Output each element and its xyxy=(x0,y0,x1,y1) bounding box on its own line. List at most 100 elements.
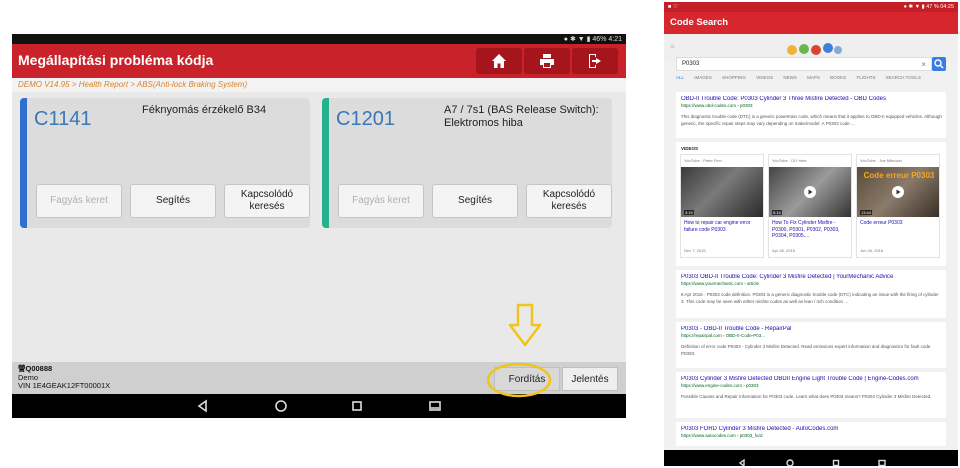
phone-status-left: ■ ♡ xyxy=(668,4,678,10)
back-nav-button[interactable] xyxy=(196,399,210,413)
screenshot-nav-button[interactable] xyxy=(428,399,442,413)
phone-status-bar: ■ ♡ ● ✱ ▼ ▮ 47 % 04:25 xyxy=(664,2,958,12)
video-duration: 13:44 xyxy=(860,210,873,215)
android-nav-bar xyxy=(664,450,958,466)
tab-videos[interactable]: VIDEOS xyxy=(756,75,773,80)
down-arrow-icon xyxy=(508,303,542,347)
video-thumbnail: 3:19 xyxy=(681,167,763,217)
home-nav-button[interactable] xyxy=(274,399,288,413)
result-title[interactable]: P0303 - OBD-II Trouble Code - RepairPal xyxy=(681,326,943,332)
result-snippet: Possible Causes and Repair Information f… xyxy=(681,394,932,399)
tab-books[interactable]: BOOKS xyxy=(830,75,846,80)
home-button[interactable] xyxy=(476,48,522,74)
report-button[interactable]: Jelentés xyxy=(562,367,618,391)
result-snippet: This diagnostic trouble code (DTC) is a … xyxy=(681,114,942,126)
page-title: Megállapítási probléma kódja xyxy=(18,52,214,68)
dtc-card: C1201 A7 / 7s1 (BAS Release Switch): Ele… xyxy=(322,98,612,228)
video-title[interactable]: Code erreur P0303 xyxy=(860,220,938,227)
video-source: YouTube · Joe Mikrocel xyxy=(860,158,902,163)
video-card[interactable]: YouTube · Joe Mikrocel Code erreur P0303… xyxy=(856,154,940,258)
video-date: Apr 28, 2015 xyxy=(772,248,795,253)
search-icon xyxy=(934,59,944,69)
menu-icon[interactable]: ≡ xyxy=(670,42,675,51)
back-nav-button[interactable] xyxy=(738,454,746,466)
related-search-button[interactable]: Kapcsolódó keresés xyxy=(526,184,612,218)
freeze-frame-button[interactable]: Fagyás keret xyxy=(338,184,424,218)
vehicle-info: 謍Q00888 Demo VIN 1E4GEAK12FT00001X xyxy=(18,364,111,391)
recents-nav-button[interactable] xyxy=(832,454,840,466)
result-title[interactable]: P0303 OBD-II Trouble Code: Cylinder 3 Mi… xyxy=(681,274,943,280)
result-title[interactable]: P0303 Cylinder 3 Misfire Detected OBDII … xyxy=(681,376,943,382)
back-triangle-icon xyxy=(197,399,207,413)
tab-news[interactable]: NEWS xyxy=(783,75,797,80)
result-url: https://www.obd-codes.com › p0303 xyxy=(681,103,753,108)
search-result[interactable]: P0303 - OBD-II Trouble Code - RepairPal … xyxy=(676,322,946,368)
tab-shopping[interactable]: SHOPPING xyxy=(722,75,746,80)
tablet-status-right: ● ✱ ▼ ▮ 46% 4:21 xyxy=(563,36,622,43)
screenshot-nav-button[interactable] xyxy=(878,454,886,466)
video-source: YouTube · DIY time xyxy=(772,158,807,163)
video-title[interactable]: How to repair car engine error failure c… xyxy=(684,220,762,233)
search-tabs: ALL IMAGES SHOPPING VIDEOS NEWS MAPS BOO… xyxy=(676,75,946,85)
video-date: Jun 26, 2016 xyxy=(860,248,884,253)
tab-images[interactable]: IMAGES xyxy=(694,75,712,80)
exit-button[interactable] xyxy=(572,48,618,74)
app-header: Code Search xyxy=(664,12,958,34)
search-input-value: P0303 xyxy=(682,61,700,67)
video-source: YouTube · Peter Finn xyxy=(684,158,722,163)
video-card[interactable]: YouTube · Peter Finn 3:19 How to repair … xyxy=(680,154,764,258)
result-url: https://www.yourmechanic.com › article xyxy=(681,281,760,286)
dtc-code: C1201 xyxy=(336,108,395,130)
video-duration: 5:14 xyxy=(772,210,782,215)
search-result[interactable]: P0303 OBD-II Trouble Code: Cylinder 3 Mi… xyxy=(676,270,946,318)
clear-icon[interactable]: × xyxy=(921,60,926,69)
video-card[interactable]: YouTube · DIY time 5:14 How To Fix Cylin… xyxy=(768,154,852,258)
screenshot-icon xyxy=(429,401,441,411)
screenshot-icon xyxy=(878,459,886,466)
search-result[interactable]: P0303 Cylinder 3 Misfire Detected OBDII … xyxy=(676,372,946,418)
related-search-button[interactable]: Kapcsolódó keresés xyxy=(224,184,310,218)
dtc-description: A7 / 7s1 (BAS Release Switch): Elektromo… xyxy=(444,104,599,129)
video-overlay-text: Code erreur P0303 xyxy=(863,171,935,180)
tablet-status-bar: ● ✱ ▼ ▮ 46% 4:21 xyxy=(12,34,626,44)
video-thumbnail: 5:14 xyxy=(769,167,851,217)
help-button[interactable]: Segítés xyxy=(432,184,518,218)
help-button[interactable]: Segítés xyxy=(130,184,216,218)
printer-icon xyxy=(540,54,554,68)
result-url: https://www.engine-codes.com › p0303 xyxy=(681,383,759,388)
result-title[interactable]: OBD-II Trouble Code: P0303 Cylinder 3 Th… xyxy=(681,96,943,102)
tab-maps[interactable]: MAPS xyxy=(807,75,820,80)
exit-icon xyxy=(589,54,601,68)
search-input[interactable]: P0303 × xyxy=(676,57,932,71)
tab-search-tools[interactable]: SEARCH TOOLS xyxy=(886,75,921,80)
tab-flights[interactable]: FLIGHTS xyxy=(856,75,875,80)
freeze-frame-button[interactable]: Fagyás keret xyxy=(36,184,122,218)
home-circle-icon xyxy=(786,459,794,466)
video-thumbnail: Code erreur P0303 13:44 xyxy=(857,167,939,217)
dtc-code: C1141 xyxy=(34,108,92,130)
vehicle-vin: VIN 1E4GEAK12FT00001X xyxy=(18,381,111,390)
result-title[interactable]: P0303 FORD Cylinder 3 Misfire Detected -… xyxy=(681,426,943,432)
phone-screen: ■ ♡ ● ✱ ▼ ▮ 47 % 04:25 Code Search ≡ P03… xyxy=(664,2,958,466)
search-result[interactable]: OBD-II Trouble Code: P0303 Cylinder 3 Th… xyxy=(676,92,946,138)
search-result[interactable]: P0303 FORD Cylinder 3 Misfire Detected -… xyxy=(676,422,946,446)
home-icon xyxy=(492,54,506,68)
card-accent-bar xyxy=(322,98,329,228)
print-button[interactable] xyxy=(524,48,570,74)
highlight-ellipse xyxy=(486,362,552,398)
home-nav-button[interactable] xyxy=(786,454,794,466)
recents-square-icon xyxy=(352,401,362,411)
video-title[interactable]: How To Fix Cylinder Misfire - P0300, P03… xyxy=(772,220,850,240)
videos-heading: VIDEOS xyxy=(681,146,699,151)
recents-square-icon xyxy=(832,459,840,466)
result-snippet: Definition of error code P0303 - Cylinde… xyxy=(681,344,931,356)
recents-nav-button[interactable] xyxy=(350,399,364,413)
tablet-status-left xyxy=(16,35,24,42)
breadcrumb: DEMO V14.95 > Health Report > ABS(Anti-l… xyxy=(12,78,626,92)
result-url: https://www.autocodes.com › p0303_ford xyxy=(681,433,763,438)
search-button[interactable] xyxy=(932,57,946,71)
tab-all[interactable]: ALL xyxy=(676,75,684,80)
play-icon xyxy=(804,186,816,198)
back-triangle-icon xyxy=(738,458,745,466)
videos-section: VIDEOS YouTube · Peter Finn 3:19 How to … xyxy=(676,142,946,266)
